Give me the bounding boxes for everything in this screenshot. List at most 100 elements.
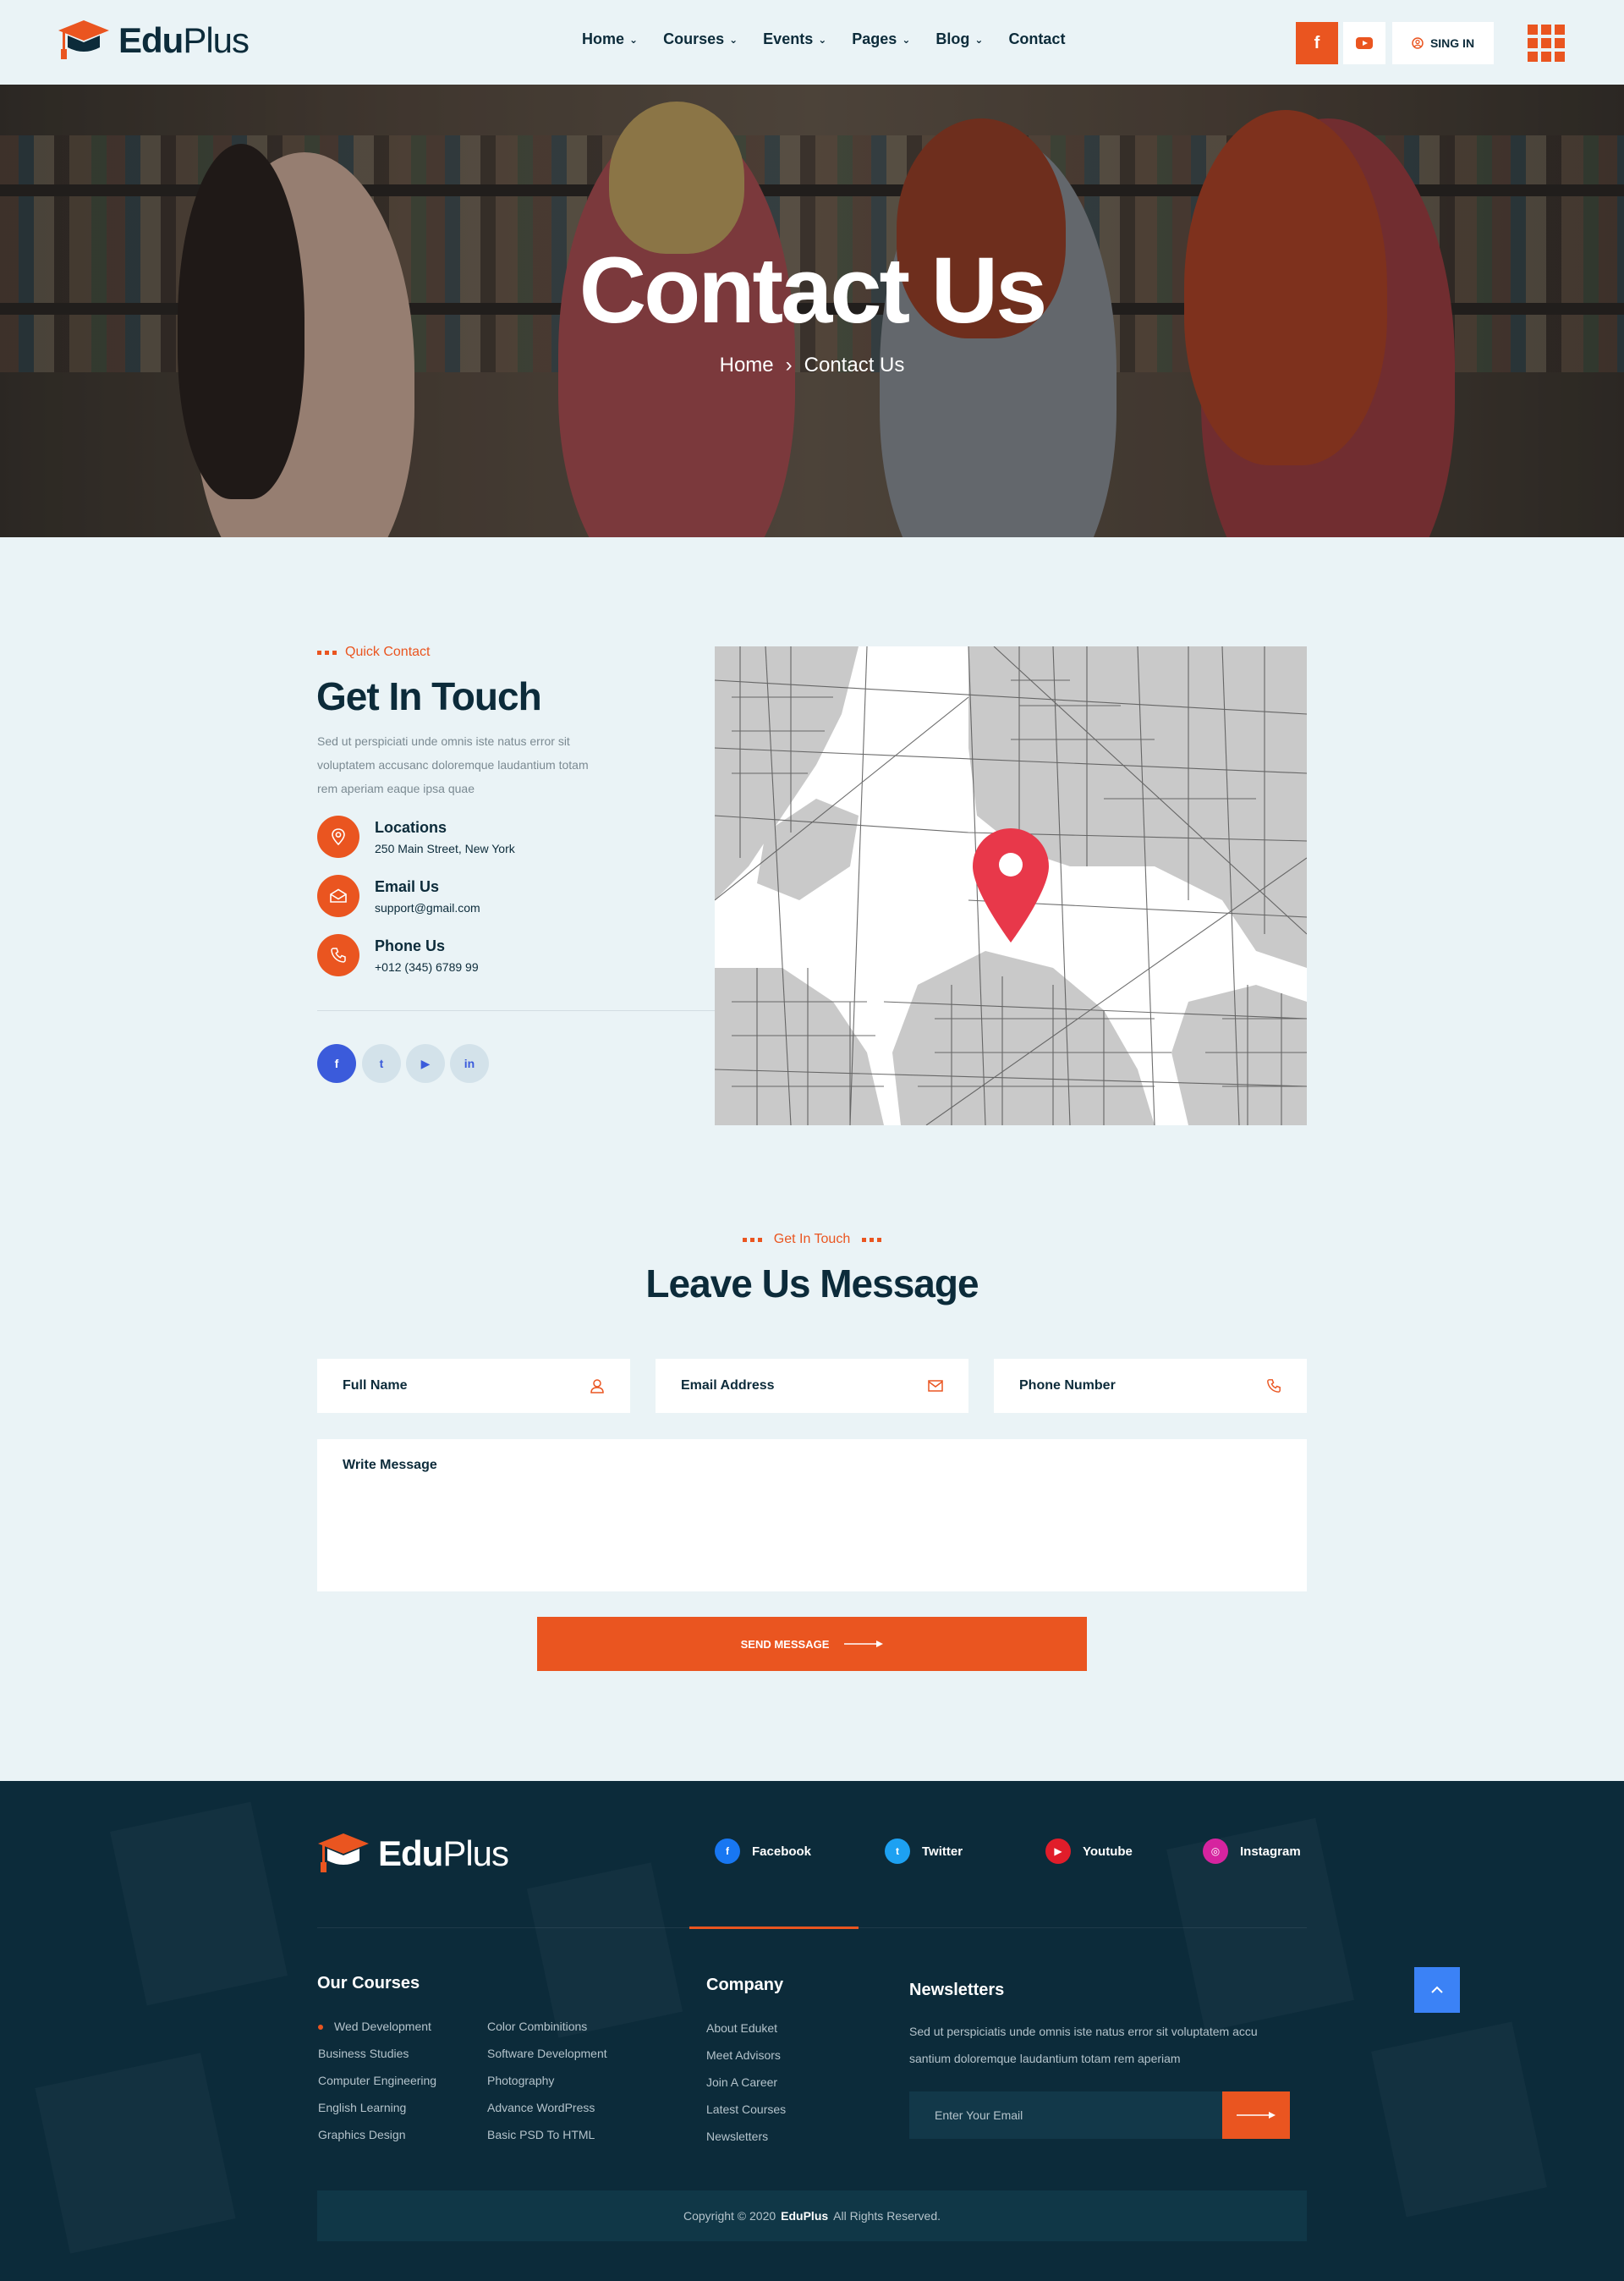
form-section-label: Get In Touch <box>0 1232 1624 1247</box>
footer-link[interactable]: About Eduket <box>706 2014 786 2042</box>
scroll-to-top-button[interactable] <box>1414 1967 1460 2013</box>
footer-link[interactable]: Photography <box>487 2067 607 2094</box>
arrow-right-icon <box>844 1641 884 1647</box>
contact-email: Email Us support@gmail.com <box>317 875 480 917</box>
email-input[interactable]: Email Address <box>656 1359 968 1413</box>
header-youtube-button[interactable] <box>1343 22 1385 64</box>
phone-icon <box>1267 1379 1281 1393</box>
breadcrumb-home[interactable]: Home <box>720 354 774 377</box>
footer-link[interactable]: Newsletters <box>706 2123 786 2150</box>
footer-facebook-link[interactable]: f Facebook <box>715 1839 811 1864</box>
dots-decoration <box>862 1237 882 1242</box>
location-map[interactable] <box>715 646 1307 1125</box>
footer-link[interactable]: Advance WordPress <box>487 2094 607 2121</box>
contact-location: Locations 250 Main Street, New York <box>317 816 515 858</box>
twitter-button[interactable]: t <box>362 1044 401 1083</box>
section-description: Sed ut perspiciati unde omnis iste natus… <box>317 734 589 795</box>
site-header: EduPlus Home ⌄ Courses ⌄ Events ⌄ Pages ⌄ Bl… <box>0 0 1624 85</box>
footer-link[interactable]: Meet Advisors <box>706 2042 786 2069</box>
footer-link[interactable]: Join A Career <box>706 2069 786 2096</box>
courses-list-2: Color Combinitions Software Development … <box>487 2013 607 2148</box>
site-footer: EduPlus f Facebook t Twitter ▶ Youtube ◎… <box>0 1781 1624 2281</box>
arrow-right-icon <box>1237 2112 1276 2119</box>
sign-in-button[interactable]: SING IN <box>1392 22 1494 64</box>
chevron-down-icon: ⌄ <box>729 33 738 46</box>
copyright-bar: Copyright © 2020 EduPlus All Rights Rese… <box>317 2190 1307 2241</box>
location-pin-icon <box>317 816 359 858</box>
twitter-icon: t <box>885 1839 910 1864</box>
page-hero: Contact Us Home › Contact Us <box>0 85 1624 537</box>
dots-decoration <box>742 1237 762 1242</box>
company-heading: Company <box>706 1976 784 1994</box>
nav-courses[interactable]: Courses ⌄ <box>663 30 738 48</box>
footer-youtube-link[interactable]: ▶ Youtube <box>1045 1839 1133 1864</box>
dots-decoration <box>317 650 337 655</box>
footer-twitter-link[interactable]: t Twitter <box>885 1839 963 1864</box>
footer-link[interactable]: Graphics Design <box>318 2121 436 2148</box>
footer-link[interactable]: Color Combinitions <box>487 2013 607 2040</box>
nav-events[interactable]: Events ⌄ <box>763 30 826 48</box>
linkedin-button[interactable]: in <box>450 1044 489 1083</box>
youtube-icon: ▶ <box>1045 1839 1071 1864</box>
chevron-down-icon: ⌄ <box>629 33 639 46</box>
main-nav: Home ⌄ Courses ⌄ Events ⌄ Pages ⌄ Blog ⌄ Cont… <box>582 30 1090 48</box>
user-icon <box>590 1379 604 1393</box>
full-name-input[interactable]: Full Name <box>317 1359 630 1413</box>
breadcrumb-current: Contact Us <box>804 354 905 377</box>
youtube-icon: ▶ <box>420 1056 431 1070</box>
site-logo[interactable]: EduPlus <box>58 19 250 63</box>
newsletter-email-input[interactable]: Enter Your Email <box>909 2091 1222 2139</box>
user-circle-icon <box>1412 37 1424 49</box>
chevron-down-icon: ⌄ <box>902 33 911 46</box>
chevron-down-icon: ⌄ <box>974 33 984 46</box>
nav-pages[interactable]: Pages ⌄ <box>852 30 910 48</box>
section-label: Quick Contact <box>317 645 430 660</box>
footer-link[interactable]: Basic PSD To HTML <box>487 2121 607 2148</box>
newsletter-submit-button[interactable] <box>1222 2091 1290 2139</box>
facebook-button[interactable]: f <box>317 1044 356 1083</box>
envelope-icon <box>317 875 359 917</box>
company-list: About Eduket Meet Advisors Join A Career… <box>706 2014 786 2150</box>
chevron-down-icon: ⌄ <box>818 33 827 46</box>
logo-text: EduPlus <box>378 1833 509 1873</box>
instagram-icon: ◎ <box>1203 1839 1228 1864</box>
footer-link[interactable]: Software Development <box>487 2040 607 2067</box>
page-title: Contact Us <box>579 239 1048 343</box>
divider <box>317 1010 715 1011</box>
footer-link[interactable]: Business Studies <box>318 2040 436 2067</box>
footer-link[interactable]: Latest Courses <box>706 2096 786 2123</box>
courses-list-1: Wed Development Business Studies Compute… <box>318 2013 436 2148</box>
youtube-button[interactable]: ▶ <box>406 1044 445 1083</box>
nav-home[interactable]: Home ⌄ <box>582 30 638 48</box>
phone-icon <box>317 934 359 976</box>
nav-contact[interactable]: Contact <box>1008 30 1065 48</box>
envelope-icon <box>928 1380 943 1392</box>
footer-instagram-link[interactable]: ◎ Instagram <box>1203 1839 1301 1864</box>
message-textarea[interactable]: Write Message <box>317 1439 1307 1591</box>
newsletter-description: Sed ut perspiciatis unde omnis iste natu… <box>909 2025 1258 2065</box>
menu-grid-icon[interactable] <box>1528 25 1565 62</box>
newsletter-heading: Newsletters <box>909 1981 1005 1999</box>
footer-logo[interactable]: EduPlus <box>317 1832 509 1876</box>
facebook-icon: f <box>1314 33 1320 52</box>
phone-input[interactable]: Phone Number <box>994 1359 1307 1413</box>
graduation-cap-icon <box>58 20 109 59</box>
footer-link[interactable]: Wed Development <box>318 2013 436 2040</box>
linkedin-icon: in <box>464 1057 475 1070</box>
chevron-right-icon: › <box>785 354 793 377</box>
courses-heading: Our Courses <box>317 1974 420 1992</box>
footer-divider-accent <box>689 1926 859 1929</box>
facebook-icon: f <box>715 1839 740 1864</box>
nav-blog[interactable]: Blog ⌄ <box>935 30 983 48</box>
form-title: Leave Us Message <box>645 1261 979 1305</box>
footer-link[interactable]: Computer Engineering <box>318 2067 436 2094</box>
contact-phone: Phone Us +012 (345) 6789 99 <box>317 934 479 976</box>
header-facebook-button[interactable]: f <box>1296 22 1338 64</box>
section-title: Get In Touch <box>316 674 542 718</box>
graduation-cap-icon <box>318 1833 369 1872</box>
chevron-up-icon <box>1431 1986 1443 1993</box>
send-message-button[interactable]: SEND MESSAGE <box>537 1617 1087 1671</box>
twitter-icon: t <box>379 1057 384 1070</box>
logo-text: EduPlus <box>118 20 250 60</box>
footer-link[interactable]: English Learning <box>318 2094 436 2121</box>
